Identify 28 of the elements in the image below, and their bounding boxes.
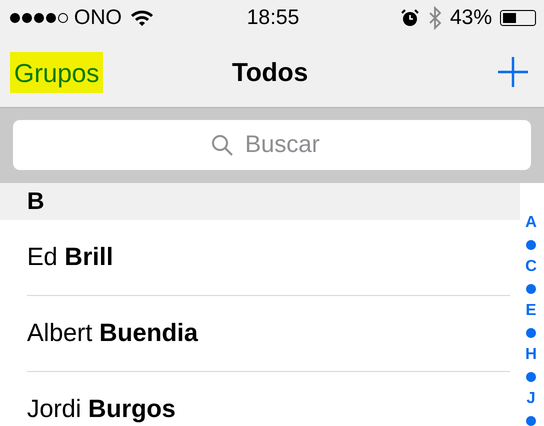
index-dot[interactable] [526,328,536,338]
alarm-clock-icon [400,8,420,28]
battery-percentage: 43% [450,6,492,30]
contact-name[interactable]: Ed Brill [27,243,114,272]
wifi-icon [130,9,154,27]
index-letter[interactable]: C [525,256,537,278]
index-letter[interactable]: J [526,388,536,410]
section-letter: B [27,188,44,216]
nav-title: Todos [232,56,308,88]
search-bar[interactable]: Buscar [13,120,531,170]
index-letter[interactable]: E [526,300,536,322]
groups-link[interactable]: Grupos [10,52,104,92]
index-dot[interactable] [526,284,536,294]
index-dot[interactable] [526,240,536,250]
status-time: 18:55 [246,6,300,30]
add-button[interactable] [496,55,530,89]
battery-icon [500,10,536,26]
search-field[interactable]: Buscar [243,130,333,160]
index-dot[interactable] [526,416,536,426]
signal-icon [10,13,68,23]
carrier-name: ONO [74,6,122,30]
search-icon [211,134,233,156]
contact-name[interactable]: Jordi Burgos [27,395,176,424]
bluetooth-icon [428,6,442,30]
index-letter[interactable]: A [525,212,537,234]
index-dot[interactable] [526,372,536,382]
contact-name[interactable]: Albert Buendia [27,319,198,348]
index-letter[interactable]: H [525,344,537,366]
